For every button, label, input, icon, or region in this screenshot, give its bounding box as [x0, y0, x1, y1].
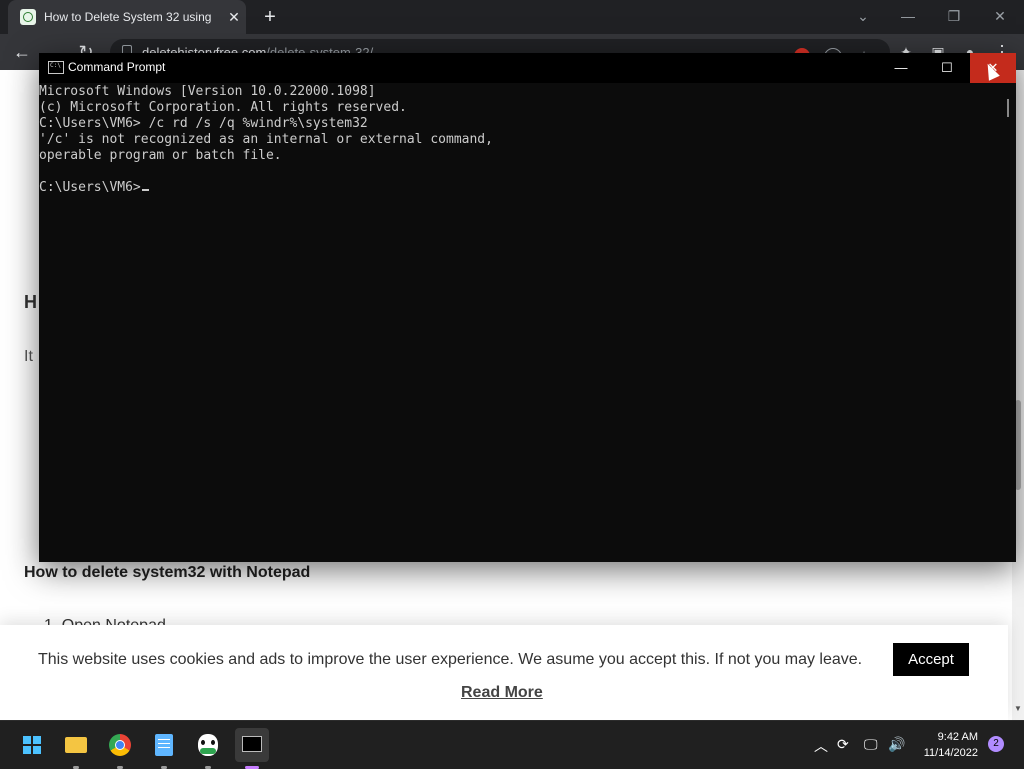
windows-taskbar: ︿ ⟳ 🖵 🔊 9:42 AM 11/14/2022 2 [0, 720, 1024, 769]
chrome-icon[interactable] [103, 728, 137, 769]
cmd-window-title: Command Prompt [68, 60, 166, 74]
accept-cookies-button[interactable]: Accept [893, 643, 969, 676]
command-prompt-window[interactable]: Command Prompt — ☐ ✕ Microsoft Windows [… [39, 53, 1016, 562]
cookie-consent-bar: This website uses cookies and ads to imp… [0, 625, 1008, 720]
browser-restore-button[interactable]: ❐ [940, 4, 968, 28]
new-tab-button[interactable]: + [258, 5, 282, 29]
browser-minimize-button[interactable]: — [894, 4, 922, 28]
console-line: operable program or batch file. [39, 148, 282, 163]
terminal-icon [48, 61, 64, 74]
cmd-maximize-button[interactable]: ☐ [924, 53, 970, 83]
file-explorer-icon[interactable] [59, 728, 93, 769]
console-line: C:\Users\VM6> /c rd /s /q %windr%\system… [39, 116, 368, 131]
panda-app-icon[interactable] [191, 728, 225, 769]
cmd-scrollbar-thumb[interactable] [1007, 99, 1009, 117]
notepad-section-heading: How to delete system32 with Notepad [24, 564, 311, 581]
back-arrow-icon[interactable]: ← [10, 40, 34, 64]
cmd-title-bar[interactable]: Command Prompt — ☐ ✕ [39, 53, 1016, 83]
show-hidden-icons-chevron-icon[interactable]: ︿ [814, 736, 828, 756]
console-output[interactable]: Microsoft Windows [Version 10.0.22000.10… [39, 83, 1001, 562]
cmd-scrollbar[interactable] [1001, 83, 1016, 562]
console-line: (c) Microsoft Corporation. All rights re… [39, 100, 407, 115]
sync-status-icon[interactable]: ⟳ [837, 736, 849, 753]
tab-title: How to Delete System 32 using c [44, 10, 214, 24]
site-favicon-icon [20, 9, 36, 25]
browser-tab[interactable]: How to Delete System 32 using c ✕ [8, 0, 246, 34]
browser-tab-bar: How to Delete System 32 using c ✕ + ⌄ — … [0, 0, 1024, 34]
notepad-icon[interactable] [147, 728, 181, 769]
network-icon[interactable]: 🖵 [864, 736, 878, 753]
browser-close-button[interactable]: ✕ [986, 4, 1014, 28]
volume-icon[interactable]: 🔊 [888, 736, 905, 753]
clock-time: 9:42 AM [937, 731, 978, 743]
console-line: Microsoft Windows [Version 10.0.22000.10… [39, 84, 376, 99]
notification-badge[interactable]: 2 [988, 736, 1004, 752]
console-prompt: C:\Users\VM6> [39, 180, 141, 195]
read-more-link[interactable]: Read More [461, 684, 543, 702]
start-icon[interactable] [15, 728, 49, 762]
command-prompt-icon[interactable] [235, 728, 269, 769]
console-line: '/c' is not recognized as an internal or… [39, 132, 493, 147]
tab-close-icon[interactable]: ✕ [224, 7, 244, 27]
system-clock[interactable]: 9:42 AM 11/14/2022 [904, 729, 978, 761]
scroll-down-arrow-icon[interactable]: ▼ [1014, 704, 1022, 713]
page-paragraph: It [24, 348, 33, 365]
cmd-minimize-button[interactable]: — [878, 53, 924, 83]
tab-search-icon[interactable]: ⌄ [849, 4, 877, 28]
text-cursor [141, 189, 149, 191]
page-section-heading: H [24, 292, 37, 312]
cookie-message: This website uses cookies and ads to imp… [38, 651, 863, 668]
clock-date: 11/14/2022 [923, 747, 978, 759]
